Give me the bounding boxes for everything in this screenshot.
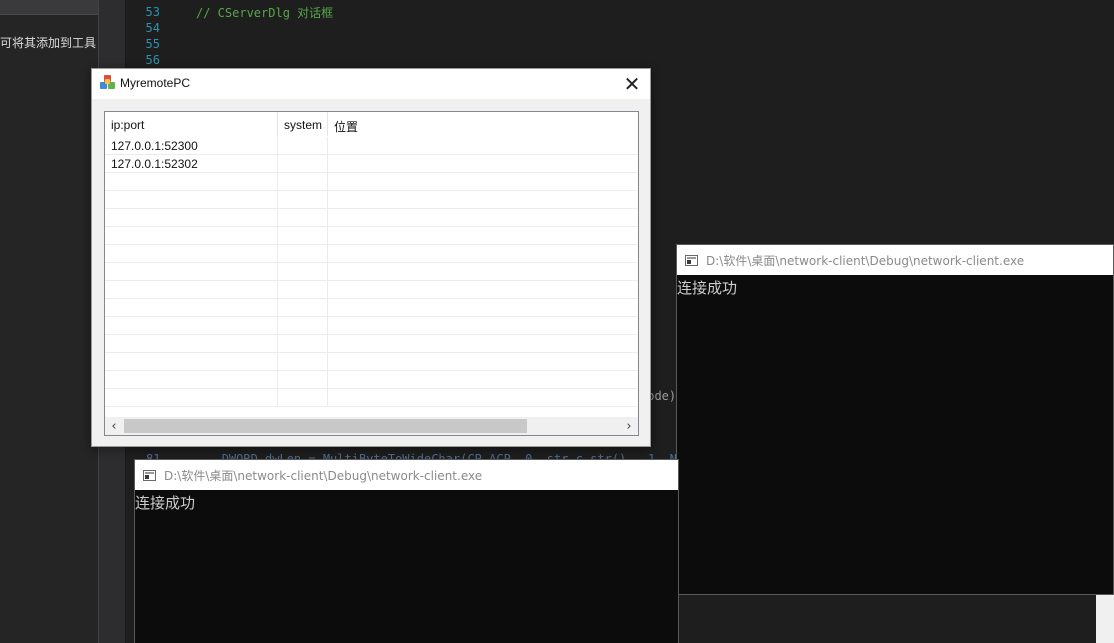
list-item[interactable]: [105, 389, 638, 407]
console-window-icon: [143, 469, 156, 481]
line-number: 54: [145, 21, 160, 35]
cell-system: [278, 137, 328, 154]
cell-location: [328, 263, 638, 280]
column-header-system[interactable]: system: [278, 112, 328, 136]
cell-ip-port: [105, 227, 278, 244]
console-output: 连接成功: [135, 494, 196, 512]
scroll-thumb[interactable]: [124, 419, 527, 433]
cell-system: [278, 299, 328, 316]
console-output: 连接成功: [677, 279, 738, 297]
cell-ip-port: [105, 317, 278, 334]
cell-location: [328, 227, 638, 244]
line-number: 55: [145, 37, 160, 51]
cell-ip-port: [105, 299, 278, 316]
sidebar-header: [0, 0, 98, 15]
ide-scrollbar[interactable]: [1096, 594, 1114, 643]
list-item[interactable]: [105, 173, 638, 191]
cell-location: [328, 245, 638, 262]
cell-location: [328, 155, 638, 172]
list-item[interactable]: [105, 299, 638, 317]
scroll-right-button[interactable]: ›: [620, 417, 638, 435]
cell-system: [278, 173, 328, 190]
console-window-icon: [685, 254, 698, 266]
list-item[interactable]: [105, 353, 638, 371]
ide-solution-sidebar: 可将其添加到工具: [0, 0, 98, 643]
cell-system: [278, 281, 328, 298]
close-icon: ✕: [623, 72, 641, 96]
list-item[interactable]: [105, 317, 638, 335]
cell-location: [328, 335, 638, 352]
client-list-view[interactable]: ip:port system 位置 127.0.0.1:52300 127.0.0…: [104, 111, 639, 436]
dialog-titlebar[interactable]: MyremotePC ✕: [92, 69, 650, 99]
cell-ip-port: [105, 371, 278, 388]
list-item[interactable]: [105, 281, 638, 299]
list-item[interactable]: [105, 191, 638, 209]
cell-system: [278, 389, 328, 406]
cell-ip-port: [105, 389, 278, 406]
list-item[interactable]: [105, 263, 638, 281]
cell-system: [278, 335, 328, 352]
app-cubes-icon: [100, 75, 116, 91]
cell-location: [328, 191, 638, 208]
cell-system: [278, 263, 328, 280]
cell-ip-port: [105, 209, 278, 226]
list-item[interactable]: 127.0.0.1:52302: [105, 155, 638, 173]
cell-system: [278, 155, 328, 172]
cell-location: [328, 353, 638, 370]
cell-ip-port: 127.0.0.1:52300: [105, 137, 278, 154]
line-number: 53: [145, 5, 160, 19]
cell-location: [328, 389, 638, 406]
chevron-right-icon: ›: [626, 418, 632, 434]
console-window[interactable]: D:\软件\桌面\network-client\Debug\network-cl…: [676, 244, 1114, 595]
cell-location: [328, 137, 638, 154]
cell-location: [328, 281, 638, 298]
cell-system: [278, 353, 328, 370]
cell-ip-port: 127.0.0.1:52302: [105, 155, 278, 172]
cell-system: [278, 191, 328, 208]
column-header-location[interactable]: 位置: [328, 112, 638, 136]
close-button[interactable]: ✕: [618, 71, 646, 97]
list-item[interactable]: [105, 371, 638, 389]
scroll-left-button[interactable]: ‹: [105, 417, 123, 435]
console-window[interactable]: D:\软件\桌面\network-client\Debug\network-cl…: [134, 459, 679, 643]
cell-system: [278, 317, 328, 334]
cell-ip-port: [105, 281, 278, 298]
list-item[interactable]: 127.0.0.1:52300: [105, 137, 638, 155]
list-body: 127.0.0.1:52300 127.0.0.1:52302: [105, 137, 638, 417]
console-title: D:\软件\桌面\network-client\Debug\network-cl…: [164, 468, 483, 483]
cell-location: [328, 173, 638, 190]
list-item[interactable]: [105, 227, 638, 245]
dialog-title: MyremotePC: [120, 76, 191, 90]
cell-system: [278, 227, 328, 244]
cell-ip-port: [105, 353, 278, 370]
line-number: 56: [145, 53, 160, 67]
list-item[interactable]: [105, 245, 638, 263]
list-item[interactable]: [105, 209, 638, 227]
cell-location: [328, 371, 638, 388]
column-header-ip-port[interactable]: ip:port: [105, 112, 278, 136]
horizontal-scrollbar[interactable]: ‹ ›: [105, 417, 638, 435]
console-title: D:\软件\桌面\network-client\Debug\network-cl…: [706, 253, 1025, 268]
cell-ip-port: [105, 191, 278, 208]
cell-ip-port: [105, 173, 278, 190]
cell-location: [328, 317, 638, 334]
cell-ip-port: [105, 335, 278, 352]
cell-system: [278, 209, 328, 226]
myremotepc-dialog[interactable]: MyremotePC ✕ ip:port system 位置 127.0.0.1…: [91, 68, 651, 447]
list-header: ip:port system 位置: [105, 112, 638, 136]
cell-location: [328, 209, 638, 226]
cell-location: [328, 299, 638, 316]
cell-ip-port: [105, 263, 278, 280]
cell-system: [278, 371, 328, 388]
cell-system: [278, 245, 328, 262]
list-item[interactable]: [105, 335, 638, 353]
console-titlebar[interactable]: D:\软件\桌面\network-client\Debug\network-cl…: [135, 460, 678, 490]
console-titlebar[interactable]: D:\软件\桌面\network-client\Debug\network-cl…: [677, 245, 1113, 275]
sidebar-hint-text: 可将其添加到工具: [0, 36, 97, 50]
code-comment[interactable]: // CServerDlg 对话框: [196, 4, 333, 21]
cell-ip-port: [105, 245, 278, 262]
chevron-left-icon: ‹: [111, 418, 117, 434]
